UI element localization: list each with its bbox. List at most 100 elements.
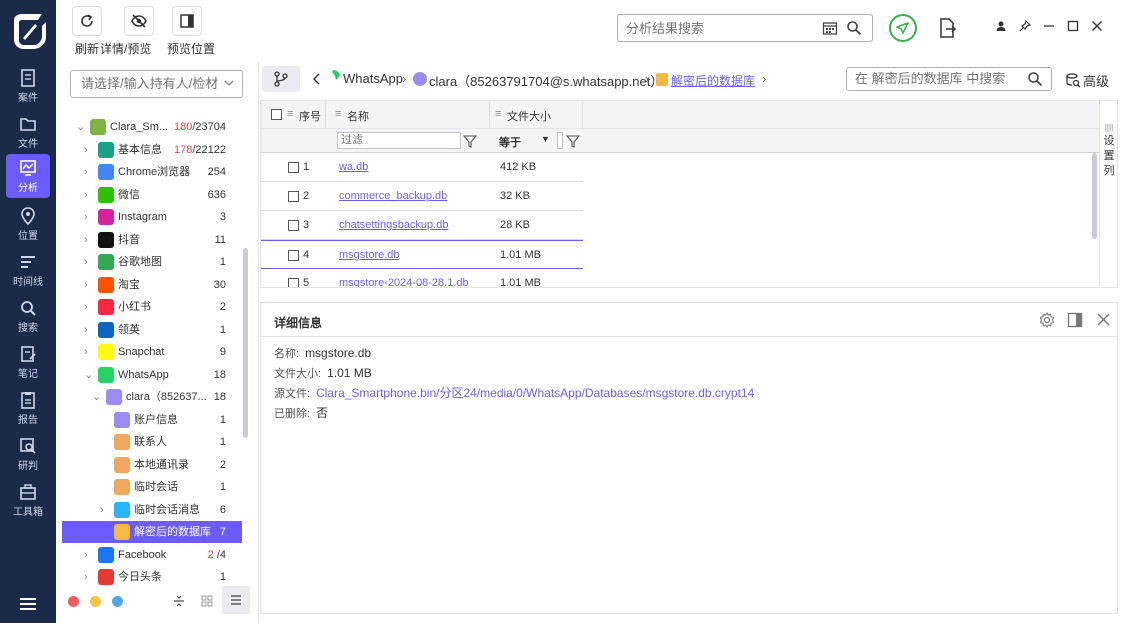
tree-item[interactable]: › 临时会话消息 6 [56,499,242,521]
nav-search[interactable]: 搜索 [6,294,50,338]
nav-case[interactable]: 案件 [6,64,50,108]
grid-view-icon[interactable] [200,594,214,608]
details-preview-button[interactable] [124,6,154,36]
collapse-icon[interactable] [172,594,186,608]
nav-analysis[interactable]: 分析 [6,154,50,198]
nav-files[interactable]: 文件 [6,110,50,154]
expand-right-icon[interactable]: › [84,319,94,341]
row-file-name[interactable]: chatsettingsbackup.db [339,219,448,231]
row-file-name[interactable]: commerce_backup.db [339,190,447,202]
name-filter-input[interactable] [341,134,451,146]
user-icon[interactable] [995,20,1007,32]
breadcrumb-forward-icon[interactable]: › [762,71,766,86]
tree-item[interactable]: › 小红书 2 [56,296,242,318]
tree-item[interactable]: › 谷歌地图 1 [56,251,242,273]
advanced-button[interactable]: 高级 [1083,71,1109,90]
close-icon[interactable] [1097,313,1110,326]
row-file-name[interactable]: wa.db [339,161,368,173]
holder-search-input[interactable] [81,76,221,91]
tree-item[interactable]: 临时会话 1 [56,476,242,498]
pin-icon[interactable] [1019,20,1031,32]
row-checkbox[interactable] [288,191,299,202]
calendar-icon[interactable] [822,20,838,36]
nav-notes[interactable]: 笔记 [6,340,50,384]
drag-handle-icon[interactable]: ≡ [287,108,293,120]
row-checkbox[interactable] [288,162,299,173]
tree-item[interactable]: › Chrome浏览器 254 [56,161,242,183]
filter-icon[interactable] [566,134,580,148]
row-file-name[interactable]: msgstore.db [339,249,400,261]
breadcrumb-account[interactable]: clara（85263791704@s.whatsapp.net） [429,71,663,90]
nav-location[interactable]: 位置 [6,202,50,246]
nav-judge[interactable]: 研判 [6,432,50,476]
breadcrumb-whatsapp[interactable]: WhatsApp [343,71,403,86]
nav-toolbox[interactable]: 工具箱 [6,478,50,522]
minimize-icon[interactable] [1043,20,1055,32]
tree-item[interactable]: 解密后的数据库 7 [62,521,242,543]
tree-item[interactable]: › 微信 636 [56,184,242,206]
expand-right-icon[interactable]: › [84,161,94,183]
detail-source-link[interactable]: Clara_Smartphone.bin/分区24/media/0/WhatsA… [316,386,754,400]
tree-item[interactable]: ⌄ WhatsApp 18 [56,364,242,386]
tree-item[interactable]: 联系人 1 [56,431,242,453]
gear-icon[interactable] [1039,312,1055,328]
col-index-header[interactable]: 序号 [299,108,321,124]
tree-item[interactable]: ⌄ Clara_Sm... 180/23704 [56,116,242,138]
drag-handle-icon[interactable]: ≡ [495,108,501,120]
select-all-checkbox[interactable] [271,109,282,120]
expand-right-icon[interactable]: › [84,184,94,206]
yellow-dot-icon[interactable] [90,596,101,607]
tree-item[interactable]: › 基本信息 178/22122 [56,139,242,161]
col-name-header[interactable]: 名称 [347,108,369,124]
tree-item[interactable]: › Instagram 3 [56,206,242,228]
expand-down-icon[interactable]: ⌄ [92,386,102,408]
expand-right-icon[interactable]: › [100,499,110,521]
nav-timeline[interactable]: 时间线 [6,248,50,292]
search-icon[interactable] [1027,71,1043,87]
folder-search-input[interactable] [855,71,1015,86]
results-search-input[interactable] [626,19,816,37]
tree-item[interactable]: › 抖音 11 [56,229,242,251]
expand-down-icon[interactable]: ⌄ [76,116,86,138]
back-chevron-icon[interactable] [313,73,321,85]
tree-item[interactable]: ⌄ clara（852637... 18 [56,386,242,408]
breadcrumb-decrypted-db[interactable]: 解密后的数据库 [671,72,755,89]
export-file-icon[interactable] [938,18,956,38]
row-checkbox[interactable] [288,220,299,231]
list-view-button[interactable] [222,586,250,614]
drag-handle-icon[interactable]: ≡ [335,108,341,120]
size-value-input[interactable] [557,132,563,149]
tree-item[interactable]: › Facebook 2 /4 [56,544,242,566]
tree-scrollbar[interactable] [243,248,248,438]
expand-right-icon[interactable]: › [84,229,94,251]
tree-item[interactable]: 账户信息 1 [56,409,242,431]
menu-icon[interactable] [18,596,38,612]
red-dot-icon[interactable] [68,596,79,607]
size-operator-select[interactable]: 等于 [499,134,521,150]
row-checkbox[interactable] [288,278,299,287]
close-icon[interactable] [1091,20,1103,32]
filter-icon[interactable] [463,134,477,148]
maximize-icon[interactable] [1067,20,1079,32]
search-icon[interactable] [846,20,862,36]
table-row[interactable]: 3 chatsettingsbackup.db 28 KB [261,211,583,240]
branch-button[interactable] [262,66,300,92]
table-scrollbar[interactable] [1092,153,1097,239]
table-row[interactable]: 1 wa.db 412 KB [261,153,583,182]
expand-right-icon[interactable]: › [84,296,94,318]
expand-down-icon[interactable]: ⌄ [84,364,94,386]
expand-right-icon[interactable]: › [84,544,94,566]
expand-right-icon[interactable]: › [84,139,94,161]
send-button[interactable] [889,14,917,42]
table-row[interactable]: 5 msgstore-2024-08-28.1.db 1.01 MB [261,269,583,287]
expand-right-icon[interactable]: › [84,341,94,363]
blue-dot-icon[interactable] [112,596,123,607]
tree-item[interactable]: › Snapchat 9 [56,341,242,363]
tree-item[interactable]: › 领英 1 [56,319,242,341]
row-checkbox[interactable] [288,250,299,261]
col-size-header[interactable]: 文件大小 [507,108,551,124]
expand-right-icon[interactable]: › [84,251,94,273]
tree-item[interactable]: 本地通讯录 2 [56,454,242,476]
dropdown-caret-icon[interactable]: ▼ [541,134,550,144]
preview-position-button[interactable] [172,6,202,36]
